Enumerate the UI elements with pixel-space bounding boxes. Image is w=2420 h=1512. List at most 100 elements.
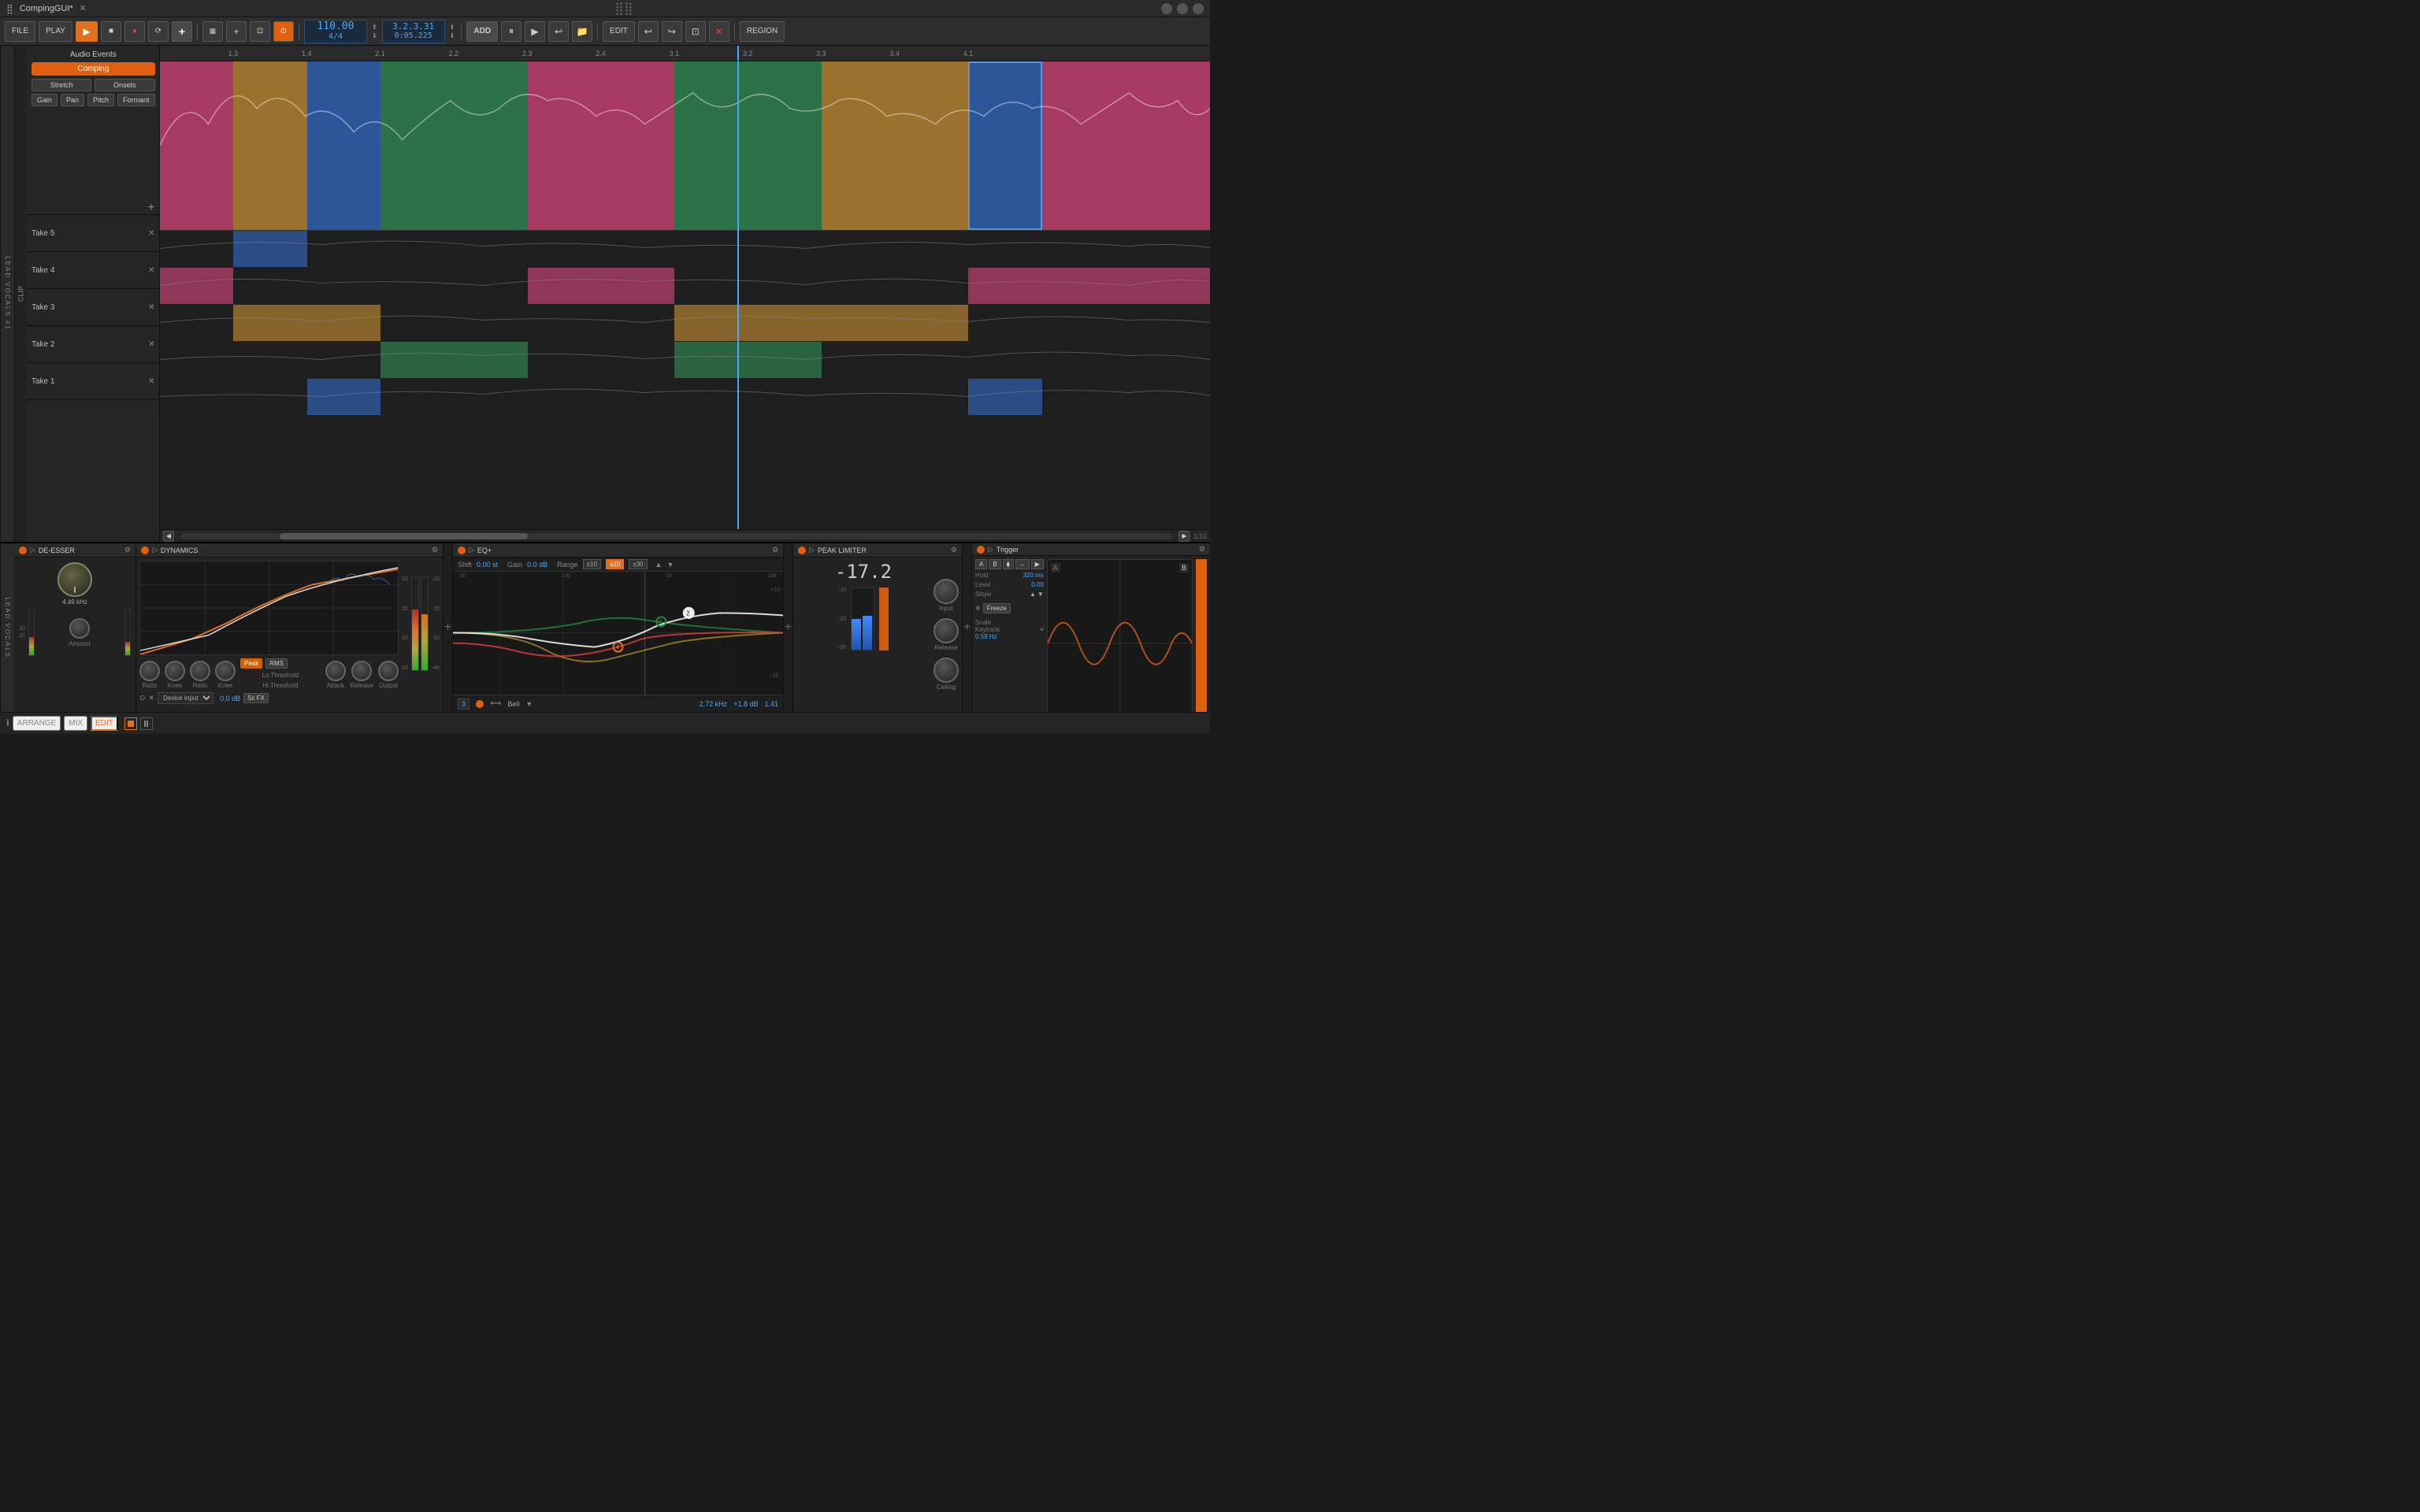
eq-expand[interactable]: ▷ <box>469 546 474 554</box>
tab-icon-2[interactable] <box>140 717 153 730</box>
undo-button[interactable]: ↩ <box>638 21 659 42</box>
record-mode-button[interactable]: ⊙ <box>273 21 294 42</box>
comp-track[interactable] <box>160 61 1210 231</box>
sc-fx-button[interactable]: Sc FX <box>243 693 269 703</box>
pan-button[interactable]: Pan <box>61 94 84 106</box>
range-20[interactable]: ±20 <box>606 559 624 569</box>
peak-limiter-expand[interactable]: ▷ <box>809 546 815 554</box>
peak-button[interactable]: Peak <box>240 658 262 669</box>
band-type[interactable]: Bell <box>507 700 519 708</box>
knee2-knob[interactable] <box>215 661 236 681</box>
peak-limiter-config[interactable]: ⚙ <box>951 546 957 554</box>
redo-button[interactable]: ↪ <box>662 21 682 42</box>
add-button[interactable]: + <box>226 21 247 42</box>
onsets-button[interactable]: Onsets <box>95 79 154 91</box>
band-b-button[interactable]: B <box>989 559 1000 569</box>
arrange-tab[interactable]: ARRANGE <box>13 716 61 731</box>
record-button[interactable]: ● <box>124 21 145 42</box>
comp-view-button[interactable]: ▦ <box>202 21 223 42</box>
tb-btn-3[interactable]: ↩ <box>548 21 569 42</box>
peak-input-knob[interactable] <box>933 579 959 604</box>
peak-ceiling-knob[interactable] <box>933 658 959 683</box>
band-number[interactable]: 3 <box>458 699 470 710</box>
scrollbar-thumb[interactable] <box>280 533 528 539</box>
take5-close[interactable]: ✕ <box>148 229 154 238</box>
add-track-button[interactable]: + <box>172 21 192 42</box>
osc-mode-bars[interactable]: ⧫ <box>1003 559 1014 569</box>
file-button[interactable]: FILE <box>5 21 35 42</box>
de-esser-expand[interactable]: ▷ <box>30 546 35 554</box>
tb-btn-2[interactable]: ▶ <box>525 21 545 42</box>
level-value[interactable]: 0.00 <box>1031 581 1044 588</box>
eq-power[interactable] <box>458 547 466 554</box>
stop-button[interactable]: ■ <box>101 21 121 42</box>
osc-right-arrow[interactable]: → <box>1015 559 1030 569</box>
comping-button[interactable]: Comping <box>32 62 155 76</box>
de-esser-power[interactable] <box>19 547 27 554</box>
band-stereo-icon[interactable]: ⟺ <box>490 699 501 708</box>
add-main-button[interactable]: ADD <box>466 21 498 42</box>
device-input-select[interactable]: Device Input <box>158 692 213 704</box>
eq-freq-val[interactable]: 2.72 kHz <box>700 700 728 708</box>
osc-config[interactable]: ⚙ <box>1199 545 1205 554</box>
rms-button[interactable]: RMS <box>265 658 288 669</box>
tb-btn-4[interactable]: 📁 <box>572 21 592 42</box>
pitch-button[interactable]: Pitch <box>87 94 114 106</box>
edit-button[interactable]: EDIT <box>603 21 635 42</box>
eq-up-icon[interactable]: ▲ <box>655 561 663 569</box>
attack-knob[interactable] <box>325 661 346 681</box>
peak-release-knob[interactable] <box>933 618 959 643</box>
osc-power[interactable] <box>977 546 985 554</box>
keytrack-menu-btn[interactable]: ≡ <box>1040 626 1044 633</box>
eq-graph[interactable]: 20 100 1k 10k +10 -10 <box>453 572 783 695</box>
mix-tab[interactable]: MIX <box>64 716 87 731</box>
hold-value[interactable]: 320 ms <box>1023 572 1044 579</box>
de-esser-freq-knob[interactable] <box>58 562 92 597</box>
minimize-button[interactable] <box>1161 3 1172 14</box>
tempo-display[interactable]: 110.00 4/4 <box>304 20 367 43</box>
scrollbar-track[interactable] <box>180 533 1172 539</box>
eq-down-icon[interactable]: ▼ <box>666 561 674 569</box>
knee1-knob[interactable] <box>165 661 185 681</box>
delete-button[interactable]: ✕ <box>709 21 729 42</box>
take2-close[interactable]: ✕ <box>148 340 154 349</box>
osc-display[interactable]: B A <box>1047 559 1193 712</box>
scale-value[interactable]: 0.59 Hz <box>975 633 1044 640</box>
ruler[interactable]: 1.3 1.4 2.1 2.2 2.3 2.4 3.1 3.2 3.3 3.4 … <box>160 46 1210 61</box>
osc-expand[interactable]: ▷ <box>988 545 993 554</box>
eq-q-val[interactable]: 1.41 <box>764 700 778 708</box>
add-plugin-2[interactable]: + <box>784 543 793 712</box>
scroll-left-btn[interactable]: ◀ <box>163 531 174 542</box>
eq-gain-val[interactable]: +1.8 dB <box>733 700 758 708</box>
take1-close[interactable]: ✕ <box>148 377 154 386</box>
tab-icon-1[interactable] <box>124 717 137 730</box>
range-10[interactable]: ±10 <box>583 559 601 569</box>
position-display[interactable]: 3.2.3.31 0:05.225 <box>382 20 445 43</box>
freeze-button[interactable]: Freeze <box>983 603 1011 613</box>
formant-button[interactable]: Formant <box>117 94 155 106</box>
dynamics-power[interactable] <box>141 547 149 554</box>
band-power[interactable] <box>476 700 484 708</box>
edit-tab[interactable]: EDIT <box>91 716 118 731</box>
de-esser-config[interactable]: ⚙ <box>124 546 131 554</box>
play-button[interactable]: ▶ <box>76 21 98 42</box>
take4-waveform[interactable] <box>160 268 1210 305</box>
copy-button[interactable]: ⊡ <box>685 21 706 42</box>
band-a-button[interactable]: A <box>975 559 987 569</box>
peak-limiter-power[interactable] <box>798 547 806 554</box>
scroll-right-btn[interactable]: ▶ <box>1178 531 1190 542</box>
slope-arrows[interactable]: ▲ ▼ <box>1030 591 1044 598</box>
play-label-button[interactable]: PLAY <box>39 21 72 42</box>
take5-waveform[interactable] <box>160 231 1210 268</box>
add-plugin-3[interactable]: + <box>963 543 972 712</box>
ratio1-knob[interactable] <box>139 661 160 681</box>
take2-waveform[interactable] <box>160 342 1210 379</box>
tb-btn-1[interactable]: ⏸ <box>501 21 521 42</box>
maximize-button[interactable] <box>1177 3 1188 14</box>
de-esser-amount-knob[interactable] <box>69 618 90 639</box>
osc-play-btn[interactable]: ▶ <box>1031 559 1044 569</box>
region-button[interactable]: REGION <box>740 21 785 42</box>
range-30[interactable]: ±30 <box>629 559 647 569</box>
loop-region-button[interactable]: ⊡ <box>250 21 270 42</box>
take3-close[interactable]: ✕ <box>148 303 154 312</box>
